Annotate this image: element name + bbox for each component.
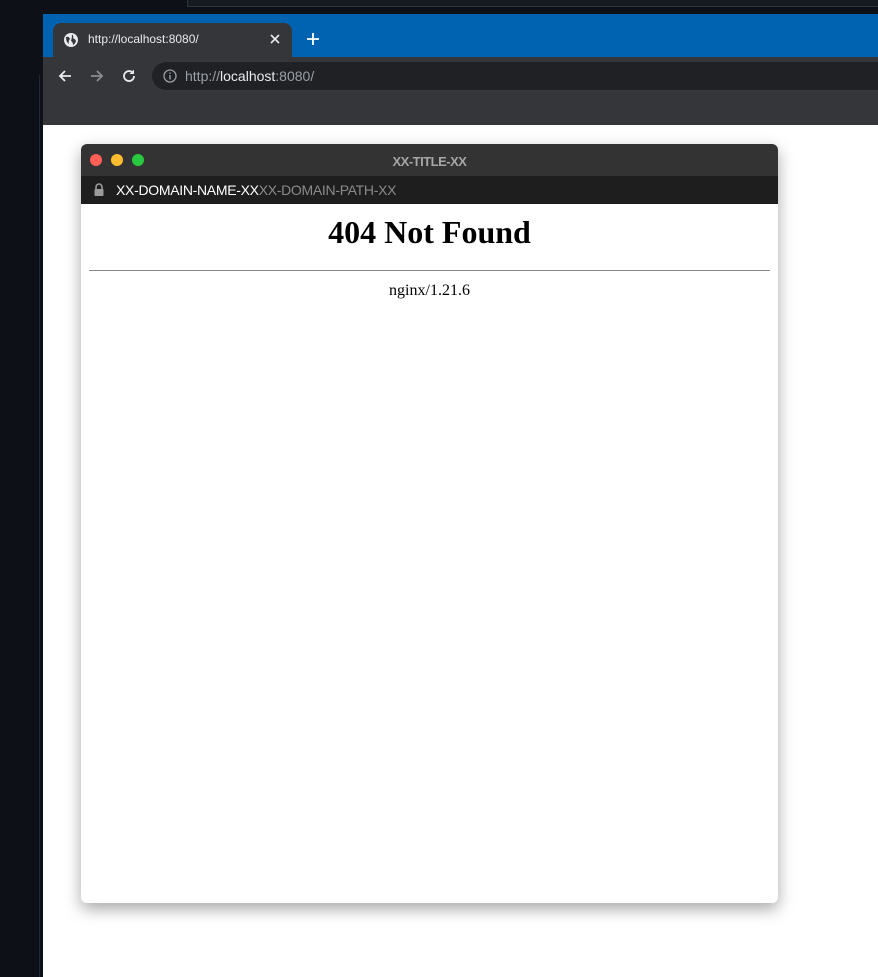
background-editor-strip [187, 0, 878, 7]
lock-icon [93, 183, 105, 197]
address-url: http://localhost:8080/ [185, 68, 314, 84]
url-host: localhost [220, 68, 276, 84]
background-divider [39, 75, 40, 977]
server-version: nginx/1.21.6 [389, 282, 470, 299]
tab-title: http://localhost:8080/ [88, 32, 199, 46]
frame-path: XX-DOMAIN-PATH-XX [258, 182, 397, 198]
forward-arrow-icon[interactable] [89, 68, 105, 84]
close-icon[interactable] [268, 32, 282, 46]
frame-domain: XX-DOMAIN-NAME-XX [116, 182, 259, 198]
back-arrow-icon[interactable] [57, 68, 73, 84]
page-content: 404 Not Found nginx/1.21.6 [81, 204, 778, 903]
info-icon[interactable] [163, 69, 177, 83]
active-tab[interactable]: http://localhost:8080/ [53, 23, 292, 57]
inner-browser-frame: XX-TITLE-XX XX-DOMAIN-NAME-XXXX-DOMAIN-P… [81, 144, 778, 903]
browser-toolbar: http://localhost:8080/ [43, 57, 878, 95]
divider [89, 270, 770, 271]
plus-icon[interactable] [306, 32, 320, 46]
tab-bar: http://localhost:8080/ [43, 14, 878, 57]
frame-titlebar: XX-TITLE-XX [81, 144, 778, 176]
reload-icon[interactable] [121, 68, 137, 84]
frame-url: XX-DOMAIN-NAME-XXXX-DOMAIN-PATH-XX [116, 182, 396, 198]
bookmarks-bar [43, 95, 878, 125]
frame-address-bar: XX-DOMAIN-NAME-XXXX-DOMAIN-PATH-XX [81, 176, 778, 204]
globe-icon [63, 32, 79, 48]
frame-title: XX-TITLE-XX [392, 154, 467, 169]
address-bar[interactable]: http://localhost:8080/ [152, 62, 878, 90]
url-scheme: http:// [185, 68, 221, 84]
url-port-path: :8080/ [275, 68, 315, 84]
page-heading: 404 Not Found [328, 214, 531, 250]
